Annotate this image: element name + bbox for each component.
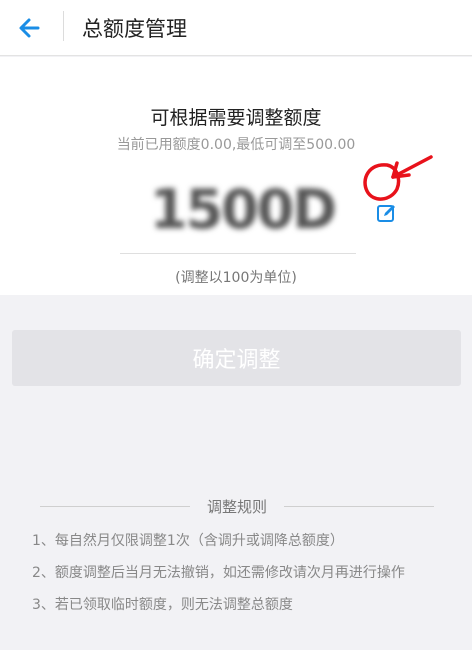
amount-value: 1500D [150, 178, 337, 241]
rule-item: 1、每自然月仅限调整1次（含调升或调降总额度） [32, 533, 344, 549]
limit-heading: 可根据需要调整额度 [150, 107, 322, 129]
top-bar: 总额度管理 [0, 0, 472, 56]
rules-divider-right [284, 506, 434, 507]
edit-icon[interactable] [376, 202, 398, 224]
page-title: 总额度管理 [82, 17, 187, 41]
limit-subtext: 当前已用额度0.00,最低可调至500.00 [116, 137, 356, 153]
unit-note: (调整以100为单位) [175, 270, 297, 286]
rule-item: 3、若已领取临时额度，则无法调整总额度 [32, 597, 293, 613]
limit-card: 可根据需要调整额度 当前已用额度0.00,最低可调至500.00 1500D (… [0, 57, 472, 295]
amount-field[interactable]: 1500D [150, 177, 350, 243]
back-arrow-icon[interactable] [12, 10, 48, 46]
confirm-adjust-button[interactable]: 确定调整 [12, 330, 461, 386]
rule-item: 2、额度调整后当月无法撤销，如还需修改请次月再进行操作 [32, 565, 405, 581]
amount-underline [120, 253, 356, 254]
header-divider [63, 11, 64, 41]
rules-header: 调整规则 [40, 496, 434, 516]
